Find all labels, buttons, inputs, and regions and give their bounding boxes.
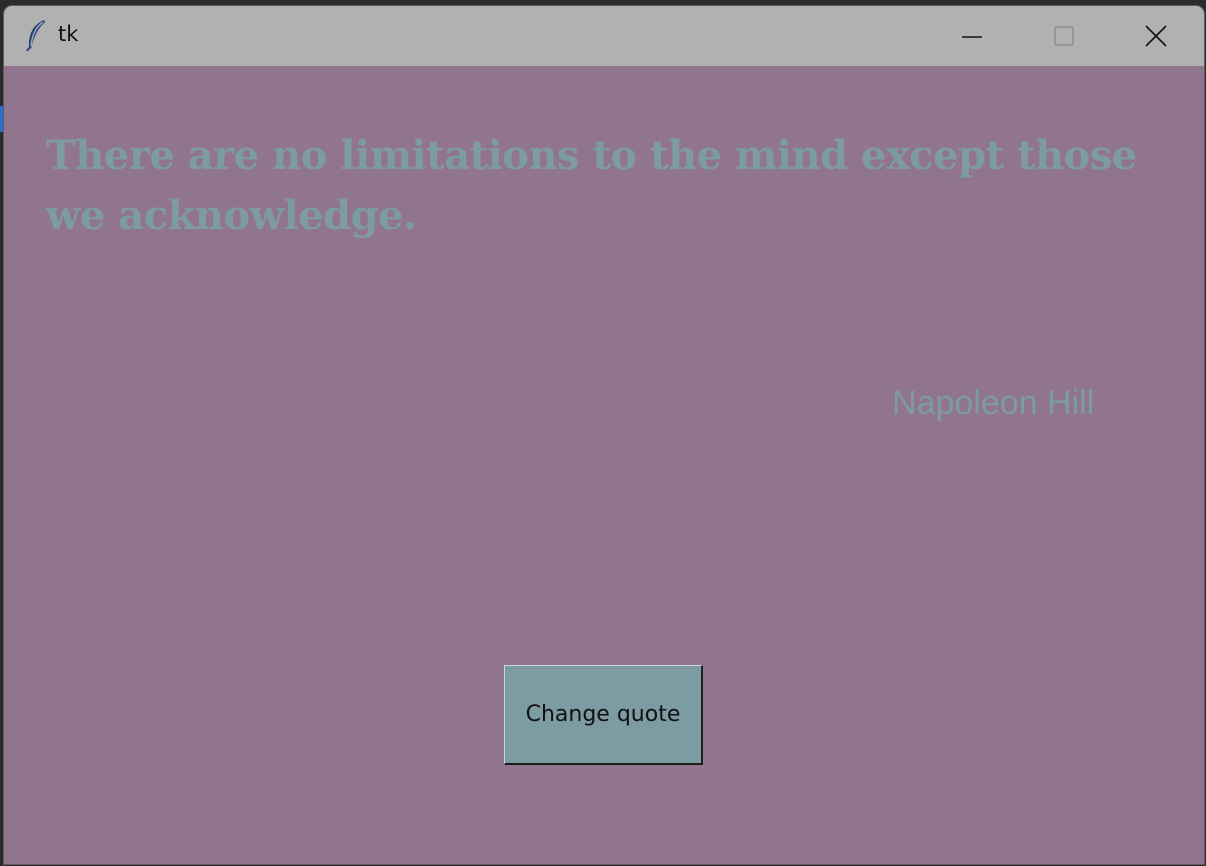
title-bar[interactable]: tk xyxy=(4,6,1204,66)
maximize-button[interactable] xyxy=(1018,6,1110,66)
change-quote-button[interactable]: Change quote xyxy=(504,665,703,765)
main-content: There are no limitations to the mind exc… xyxy=(4,66,1204,864)
quote-author: Napoleon Hill xyxy=(892,384,1095,422)
quote-text: There are no limitations to the mind exc… xyxy=(46,132,1137,239)
window-title: tk xyxy=(58,22,79,46)
minimize-button[interactable] xyxy=(926,6,1018,66)
close-button[interactable] xyxy=(1110,6,1202,66)
maximize-icon xyxy=(1054,26,1074,46)
minimize-icon xyxy=(962,36,982,38)
tk-feather-icon xyxy=(26,20,45,52)
close-icon xyxy=(1145,25,1167,47)
tk-window: tk There are no limitations to the mind … xyxy=(4,6,1204,864)
